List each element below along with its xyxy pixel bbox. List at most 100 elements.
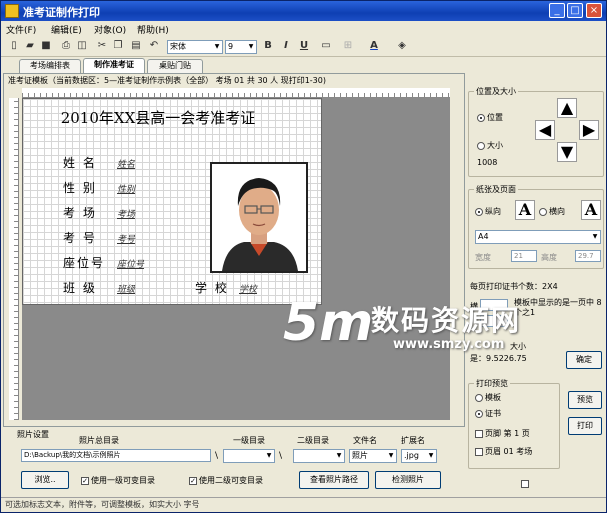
path-separator: \ (215, 451, 219, 461)
bold-button[interactable]: B (261, 39, 275, 53)
radio-landscape[interactable]: 横向 (539, 206, 565, 217)
paper-size-value: A4 (478, 232, 489, 241)
preview-icon[interactable]: ◫ (75, 39, 89, 53)
chevron-down-icon: ▼ (388, 452, 394, 459)
radio-certificate[interactable]: 证书 (475, 408, 501, 419)
size-select[interactable]: 9 ▼ (225, 40, 257, 54)
header-checkbox[interactable]: 页眉 01 考场 (475, 446, 532, 457)
underline-button[interactable]: U (297, 39, 311, 53)
checkbox-label: 页脚 第 1 页 (485, 429, 530, 438)
arrow-down-icon[interactable]: ▼ (557, 142, 577, 162)
properties-sidebar: 位置及大小 位置 大小 1008 ▲ ◀ ▶ ▼ 纸张及页面 纵向 A 横向 A… (466, 73, 606, 493)
height-label: 高度 (541, 253, 557, 262)
menu-help[interactable]: 帮助(H) (137, 23, 169, 36)
fill-color-icon[interactable]: ◈ (395, 39, 409, 53)
width-input[interactable]: 21 (511, 250, 537, 262)
level2-label: 二级目录 (297, 436, 329, 445)
print-button[interactable]: 打印 (568, 417, 602, 435)
menu-object[interactable]: 对象(O) (94, 23, 126, 36)
photo-settings-panel: 照片设置 照片总目录 一级目录 二级目录 文件名 扩展名 D:\Backup\我… (3, 429, 465, 495)
maximize-button[interactable]: □ (567, 3, 583, 18)
path-separator: \ (279, 451, 283, 461)
use-level2-checkbox[interactable]: ✓ 使用二级可变目录 (189, 475, 263, 486)
tab-make-cert[interactable]: 制作准考证 (83, 58, 145, 73)
grid-icon[interactable]: ⊞ (341, 39, 355, 53)
radio-dot (477, 113, 485, 122)
radio-template[interactable]: 模板 (475, 392, 501, 403)
chevron-down-icon: ▼ (248, 43, 254, 50)
row-seat[interactable]: 座位号 座位号 (63, 254, 144, 271)
font-color-button[interactable]: A (367, 39, 381, 53)
menu-file[interactable]: 文件(F) (6, 23, 36, 36)
photo-settings-title: 照片设置 (17, 430, 49, 439)
row-school[interactable]: 学 校学校 (195, 279, 257, 296)
filename-select[interactable]: 照片 ▼ (349, 449, 397, 463)
browse-button[interactable]: 浏览.. (21, 471, 69, 489)
use-level1-checkbox[interactable]: ✓ 使用一级可变目录 (81, 475, 155, 486)
window-title: 准考证制作打印 (23, 6, 100, 19)
level1-select[interactable]: ▼ (223, 449, 275, 463)
position-value: 1008 (477, 158, 498, 167)
italic-button[interactable]: I (279, 39, 293, 53)
arrow-left-icon[interactable]: ◀ (535, 120, 555, 140)
row-name[interactable]: 姓 名 姓名 (63, 154, 135, 171)
tab-desk-labels[interactable]: 桌贴门贴 (147, 59, 203, 73)
row-class[interactable]: 班 级 班级 (63, 279, 135, 296)
size-value: 9 (228, 42, 234, 51)
radio-label: 位置 (487, 113, 503, 122)
row-gender[interactable]: 性 别 性别 (63, 179, 135, 196)
row-label: 性 别 (63, 181, 97, 195)
ext-select[interactable]: .jpg ▼ (401, 449, 437, 463)
title-bar: 准考证制作打印 _ □ × (1, 1, 606, 21)
portrait-image (212, 164, 306, 271)
cut-icon[interactable]: ✂ (95, 39, 109, 53)
row-room[interactable]: 考 场 考场 (63, 204, 135, 221)
new-icon[interactable]: ▯ (7, 39, 21, 53)
checkbox-box: ✓ (81, 476, 89, 485)
paste-icon[interactable]: ▤ (129, 39, 143, 53)
check-photos-button[interactable]: 检测照片 (375, 471, 441, 489)
level2-select[interactable]: ▼ (293, 449, 345, 463)
level1-label: 一级目录 (233, 436, 265, 445)
close-button[interactable]: × (586, 3, 602, 18)
preview-button[interactable]: 预览 (568, 391, 602, 409)
radio-dot (475, 393, 483, 402)
per-page-count: 每页打印证书个数：2X4 (470, 282, 558, 291)
paper-size-select[interactable]: A4 ▼ (475, 230, 601, 244)
student-photo[interactable] (210, 162, 308, 273)
print-icon[interactable]: ⎙ (59, 39, 73, 53)
radio-label: 大小 (487, 141, 503, 150)
radio-dot (475, 207, 483, 216)
radio-portrait[interactable]: 纵向 (475, 206, 501, 217)
undo-icon[interactable]: ↶ (147, 39, 161, 53)
menu-edit[interactable]: 编辑(E) (51, 23, 82, 36)
root-dir-input[interactable]: D:\Backup\我的文档\示例照片 (21, 449, 211, 462)
row-exam-number[interactable]: 考 号 考号 (63, 229, 135, 246)
copy-icon[interactable]: ❐ (111, 39, 125, 53)
horizontal-ruler (22, 88, 450, 98)
row-label: 座位号 (63, 256, 106, 270)
radio-dot (477, 141, 485, 150)
extra-checkbox[interactable] (521, 479, 531, 488)
open-icon[interactable]: ▰ (23, 39, 37, 53)
view-path-button[interactable]: 查看照片路径 (299, 471, 369, 489)
admission-card-template[interactable]: 2010年XX县高一会考准考证 姓 名姓名 性 别性别 考 场考场 考 号考号 … (22, 98, 322, 305)
radio-position[interactable]: 位置 (477, 112, 503, 123)
tab-seating[interactable]: 考场编排表 (19, 59, 81, 73)
status-bar: 可选加标志文本，附件等，可调整模板，如实大小 字号 (1, 497, 606, 512)
save-icon[interactable]: ■ (39, 39, 53, 53)
arrow-up-icon[interactable]: ▲ (557, 98, 577, 118)
radio-label: 纵向 (485, 207, 501, 216)
radio-size[interactable]: 大小 (477, 140, 503, 151)
card-title[interactable]: 2010年XX县高一会考准考证 (23, 107, 293, 128)
group-title: 打印预览 (474, 378, 510, 389)
arrow-right-icon[interactable]: ▶ (579, 120, 599, 140)
minimize-button[interactable]: _ (549, 3, 565, 18)
border-icon[interactable]: ▭ (319, 39, 333, 53)
app-window: 准考证制作打印 _ □ × 文件(F) 编辑(E) 对象(O) 帮助(H) ▯ … (0, 0, 607, 513)
footer-checkbox[interactable]: 页脚 第 1 页 (475, 428, 530, 439)
design-canvas[interactable]: 2010年XX县高一会考准考证 姓 名姓名 性 别性别 考 场考场 考 号考号 … (22, 98, 450, 420)
height-input[interactable]: 29.7 (575, 250, 601, 262)
font-select[interactable]: 宋体 ▼ (167, 40, 223, 54)
portrait-icon: A (515, 200, 535, 220)
